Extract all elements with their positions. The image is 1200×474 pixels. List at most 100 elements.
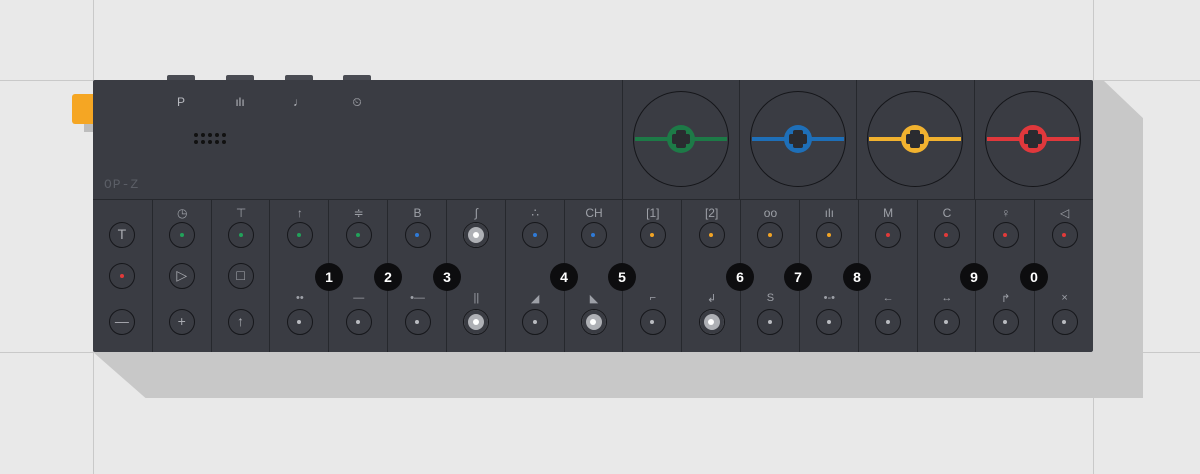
display-icon-p: P [176,95,185,109]
led-dot [944,232,949,237]
yellow-encoder-hub-icon [901,125,929,153]
key-bottom[interactable] [345,309,372,335]
key-top[interactable] [1051,222,1078,248]
led-dot [1062,232,1067,237]
column-label [93,206,152,220]
column-label: M [883,206,894,220]
number-badge-3: 3 [433,263,461,291]
key-top[interactable] [286,222,313,248]
column-label: ◁ [1059,206,1070,220]
device-shadow-side [1093,80,1143,398]
column-label: C [942,206,952,220]
led-dot [767,319,772,324]
key-bottom[interactable] [757,309,784,335]
key-bottom[interactable] [992,309,1019,335]
column-label: ∴ [531,206,539,220]
red-encoder-hub-icon [1019,125,1047,153]
key-bottom[interactable] [463,309,490,335]
key-function-label: ↔ [941,292,953,304]
led-dot [472,318,479,325]
led-dot [1003,319,1008,324]
led-dot [179,232,184,237]
key-top[interactable] [522,222,549,248]
key-top[interactable] [580,222,607,248]
key-glyph-icon: — [114,313,129,329]
device-shadow [93,352,1143,398]
key-function-label: ← [882,292,894,304]
encoder-cell-blue [739,80,857,200]
number-badge-9: 9 [960,263,988,291]
key-function-label: ↱ [1001,293,1011,305]
column-label: B [413,206,422,220]
key-top[interactable] [992,222,1019,248]
device-logo: OP-Z [104,177,140,192]
led-dot [826,232,831,237]
key-top[interactable]: T [109,222,136,248]
led-dot [415,319,420,324]
key-function-label: || [473,292,480,304]
key-glyph-icon: ↑ [237,313,245,329]
number-badge-5: 5 [608,263,636,291]
key-top[interactable] [404,222,431,248]
key-top[interactable] [933,222,960,248]
key-column: ◷ ▷ + [151,200,212,352]
yellow-encoder[interactable] [867,91,963,187]
key-top[interactable] [228,222,255,248]
key-top[interactable] [875,222,902,248]
key-bottom[interactable] [639,309,666,335]
key-top[interactable] [463,222,490,248]
key-bottom[interactable] [580,309,607,335]
key-top[interactable] [169,222,196,248]
led-dot [767,232,772,237]
key-top[interactable] [639,222,666,248]
led-dot [532,232,537,237]
key-bottom[interactable]: + [169,309,196,335]
key-top[interactable] [757,222,784,248]
key-bottom[interactable] [404,309,431,335]
led-dot [590,318,597,325]
key-bottom[interactable] [698,309,725,335]
key-top[interactable] [698,222,725,248]
display-icon-levels: ılı [235,95,245,109]
key-bottom[interactable] [933,309,960,335]
column-label: ≑ [353,206,364,220]
number-badge-6: 6 [726,263,754,291]
led-dot [591,232,596,237]
display-icon-metronome: ⏲ [352,95,362,109]
encoder-cell-green [622,80,740,200]
key-glyph-icon: T [117,226,127,242]
key-bottom[interactable] [816,309,843,335]
led-dot [708,318,715,325]
led-dot [1062,319,1067,324]
display-icon-note: ♩ [293,95,305,109]
key-column: ⊤ □ ↑ [210,200,271,352]
key-top[interactable] [345,222,372,248]
key-bottom[interactable] [1051,309,1078,335]
key-bottom[interactable] [522,309,549,335]
led-dot [356,319,361,324]
column-label: [1] [646,206,660,220]
side-connector [84,124,93,132]
key-mid[interactable] [109,263,136,289]
column-label: ⊤ [235,206,247,220]
key-function-label: — [353,292,365,304]
key-top[interactable] [816,222,843,248]
key-glyph-icon: ▷ [176,267,188,283]
led-dot [885,232,890,237]
key-bottom[interactable]: ↑ [228,309,255,335]
key-bottom[interactable]: — [109,309,136,335]
green-encoder[interactable] [633,91,729,187]
key-function-label: ↲ [707,293,717,305]
led-dot [297,232,302,237]
key-bottom[interactable] [286,309,313,335]
key-function-label: ◣ [589,293,599,305]
blue-encoder[interactable] [750,91,846,187]
key-bottom[interactable] [875,309,902,335]
red-encoder[interactable] [985,91,1081,187]
key-mid[interactable]: ▷ [169,263,196,289]
number-badge-8: 8 [843,263,871,291]
column-label: ılı [824,206,834,220]
volume-knob[interactable] [72,94,93,124]
led-dot [885,319,890,324]
key-mid[interactable]: □ [228,263,255,289]
